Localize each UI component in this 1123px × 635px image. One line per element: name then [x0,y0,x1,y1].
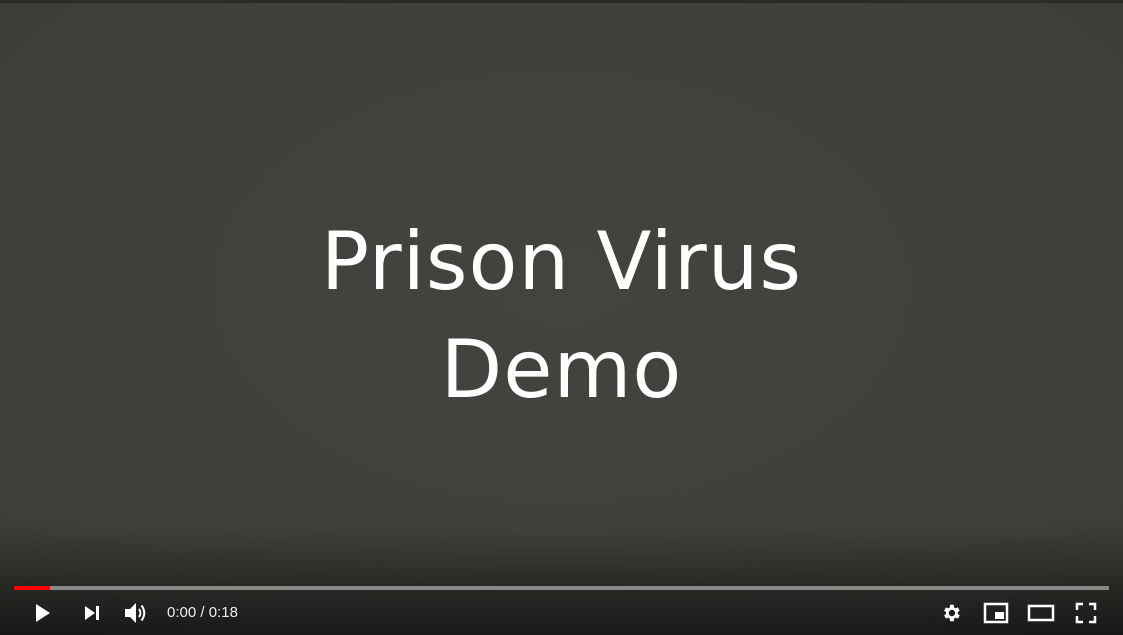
miniplayer-button[interactable] [978,597,1014,629]
miniplayer-icon [983,602,1009,624]
mute-button[interactable] [118,597,154,629]
video-title-line-2: Demo [440,323,683,416]
gear-icon [944,604,960,622]
theater-mode-icon [1027,604,1055,622]
video-title-card: Prison Virus Demo [0,208,1123,424]
play-icon [36,604,50,622]
next-icon [85,606,99,620]
time-display: 0:00 / 0:18 [167,603,238,623]
progress-bar[interactable] [14,586,1109,590]
fullscreen-button[interactable] [1068,597,1104,629]
current-time: 0:00 [167,604,197,621]
duration: 0:18 [208,604,238,621]
play-button[interactable] [24,597,60,629]
fullscreen-icon [1075,602,1097,624]
video-player[interactable]: Prison Virus Demo 0:00 / 0:18 [0,0,1123,635]
time-separator: / [200,604,205,621]
settings-button[interactable] [933,597,969,629]
theater-mode-button[interactable] [1023,597,1059,629]
video-title-line-1: Prison Virus [320,215,803,308]
player-controls: 0:00 / 0:18 [0,594,1123,632]
volume-icon [125,603,146,623]
next-button[interactable] [74,597,110,629]
progress-played [14,586,51,590]
